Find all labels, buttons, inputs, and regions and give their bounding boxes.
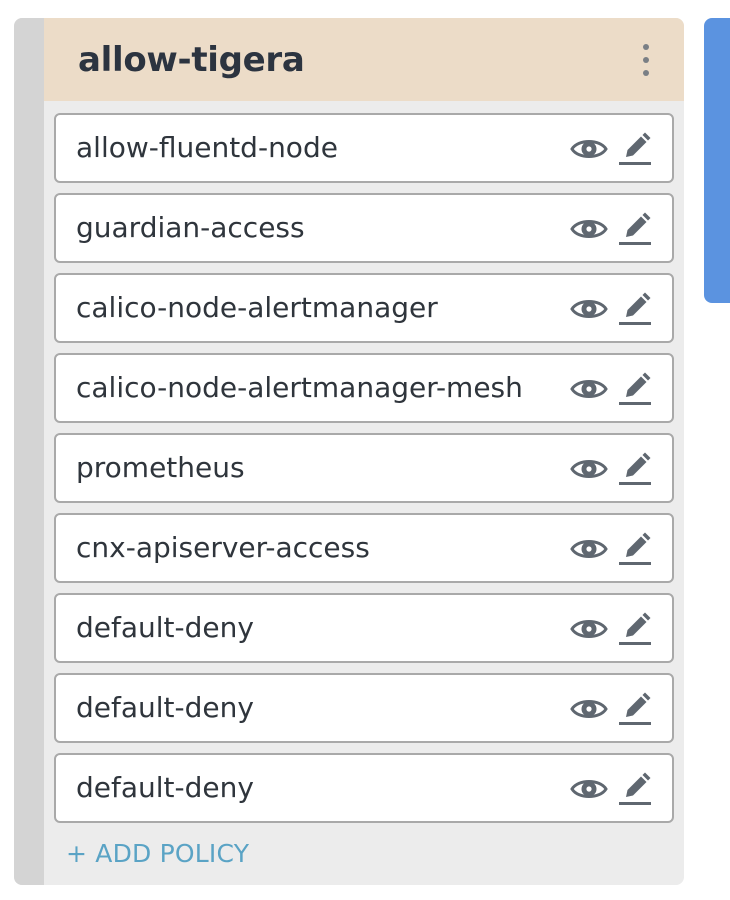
policy-row[interactable]: allow-fluentd-node	[54, 113, 674, 183]
pencil-icon[interactable]	[617, 692, 655, 726]
add-policy-button[interactable]: + ADD POLICY	[66, 838, 249, 870]
pencil-icon[interactable]	[617, 532, 655, 566]
policy-name: cnx-apiserver-access	[76, 531, 370, 564]
eye-icon[interactable]	[570, 292, 608, 326]
eye-icon[interactable]	[570, 372, 608, 406]
policy-name: allow-fluentd-node	[76, 131, 338, 164]
eye-icon[interactable]	[570, 692, 608, 726]
policy-row[interactable]: default-deny	[54, 753, 674, 823]
policy-name: default-deny	[76, 611, 254, 644]
pencil-icon[interactable]	[617, 212, 655, 246]
policy-row[interactable]: default-deny	[54, 593, 674, 663]
policy-row[interactable]: prometheus	[54, 433, 674, 503]
policy-row[interactable]: guardian-access	[54, 193, 674, 263]
pencil-icon[interactable]	[617, 772, 655, 806]
policy-name: calico-node-alertmanager-mesh	[76, 371, 523, 404]
tier-card: allow-tigera allow-fluentd-node guardian…	[14, 18, 684, 885]
eye-icon[interactable]	[570, 212, 608, 246]
tier-drag-handle[interactable]	[14, 18, 44, 885]
pencil-icon[interactable]	[617, 292, 655, 326]
eye-icon[interactable]	[570, 532, 608, 566]
adjacent-tier-card[interactable]	[704, 18, 730, 303]
kebab-menu-icon[interactable]	[638, 44, 654, 76]
pencil-icon[interactable]	[617, 612, 655, 646]
tier-header: allow-tigera	[44, 18, 684, 101]
tier-title: allow-tigera	[78, 40, 305, 80]
eye-icon[interactable]	[570, 772, 608, 806]
policy-name: default-deny	[76, 691, 254, 724]
policy-list: allow-fluentd-node guardian-access calic…	[54, 113, 674, 833]
pencil-icon[interactable]	[617, 132, 655, 166]
policy-row[interactable]: calico-node-alertmanager-mesh	[54, 353, 674, 423]
eye-icon[interactable]	[570, 132, 608, 166]
policy-row[interactable]: calico-node-alertmanager	[54, 273, 674, 343]
policy-row[interactable]: default-deny	[54, 673, 674, 743]
policy-name: prometheus	[76, 451, 245, 484]
pencil-icon[interactable]	[617, 372, 655, 406]
policy-name: guardian-access	[76, 211, 305, 244]
eye-icon[interactable]	[570, 452, 608, 486]
policy-name: default-deny	[76, 771, 254, 804]
pencil-icon[interactable]	[617, 452, 655, 486]
policy-row[interactable]: cnx-apiserver-access	[54, 513, 674, 583]
policy-name: calico-node-alertmanager	[76, 291, 438, 324]
eye-icon[interactable]	[570, 612, 608, 646]
